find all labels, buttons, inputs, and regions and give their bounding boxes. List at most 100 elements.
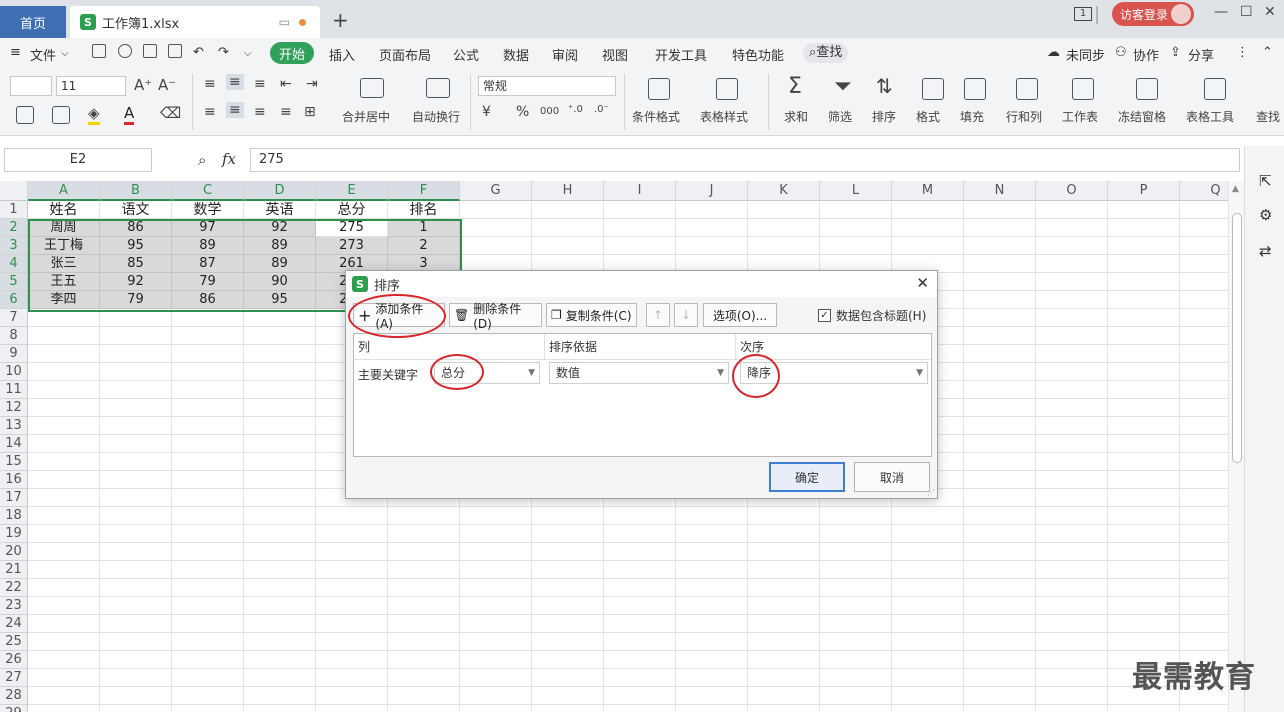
align-left-icon[interactable]: ≡ <box>204 104 216 120</box>
empty-cell[interactable] <box>316 543 388 561</box>
empty-cell[interactable] <box>820 651 892 669</box>
empty-cell[interactable] <box>388 579 460 597</box>
freeze-panes-button[interactable]: 冻结窗格 <box>1118 108 1166 125</box>
row-header[interactable]: 24 <box>0 615 28 633</box>
empty-cell[interactable] <box>460 579 532 597</box>
empty-cell[interactable] <box>1036 633 1108 651</box>
empty-cell[interactable] <box>1180 471 1228 489</box>
empty-cell[interactable] <box>1108 579 1180 597</box>
empty-cell[interactable] <box>604 615 676 633</box>
column-header-g[interactable]: G <box>460 181 532 201</box>
empty-cell[interactable] <box>964 435 1036 453</box>
empty-cell[interactable] <box>1036 291 1108 309</box>
empty-cell[interactable] <box>1108 597 1180 615</box>
empty-cell[interactable] <box>604 687 676 705</box>
tab-home-ribbon[interactable]: 开始 <box>270 42 314 64</box>
empty-cell[interactable] <box>964 489 1036 507</box>
tab-formulas[interactable]: 公式 <box>453 45 479 64</box>
empty-cell[interactable] <box>964 525 1036 543</box>
empty-cell[interactable] <box>28 381 100 399</box>
align-middle-icon[interactable]: ≡ <box>226 74 244 90</box>
empty-cell[interactable] <box>172 579 244 597</box>
empty-cell[interactable] <box>748 597 820 615</box>
empty-cell[interactable] <box>172 543 244 561</box>
tab-insert[interactable]: 插入 <box>329 45 355 64</box>
zoom-icon[interactable]: ⌕ <box>198 151 206 169</box>
table-cell[interactable]: 89 <box>172 237 244 255</box>
merge-center-icon[interactable] <box>360 78 384 98</box>
empty-cell[interactable] <box>1036 687 1108 705</box>
empty-cell[interactable] <box>1108 543 1180 561</box>
indent-icon[interactable]: ⇥ <box>306 76 318 92</box>
empty-cell[interactable] <box>316 561 388 579</box>
empty-cell[interactable] <box>820 633 892 651</box>
empty-cell[interactable] <box>172 435 244 453</box>
empty-cell[interactable] <box>748 669 820 687</box>
align-bottom-icon[interactable]: ≡ <box>254 76 266 92</box>
empty-cell[interactable] <box>388 543 460 561</box>
empty-cell[interactable] <box>172 309 244 327</box>
empty-cell[interactable] <box>532 615 604 633</box>
empty-cell[interactable] <box>964 579 1036 597</box>
collab-icon[interactable]: ⚇ <box>1115 45 1127 60</box>
column-header-l[interactable]: L <box>820 181 892 201</box>
empty-cell[interactable] <box>388 561 460 579</box>
empty-cell[interactable] <box>820 543 892 561</box>
empty-cell[interactable] <box>532 201 604 219</box>
empty-cell[interactable] <box>460 237 532 255</box>
conditional-format-icon[interactable] <box>648 78 670 100</box>
empty-cell[interactable] <box>820 561 892 579</box>
row-header[interactable]: 2 <box>0 219 28 237</box>
empty-cell[interactable] <box>1108 633 1180 651</box>
empty-cell[interactable] <box>244 525 316 543</box>
empty-cell[interactable] <box>1180 615 1228 633</box>
empty-cell[interactable] <box>748 561 820 579</box>
percent-icon[interactable]: % <box>516 104 529 120</box>
fill-button[interactable]: 填充 <box>960 108 984 125</box>
thousands-icon[interactable]: 000 <box>540 106 559 117</box>
empty-cell[interactable] <box>1108 435 1180 453</box>
empty-cell[interactable] <box>1036 309 1108 327</box>
empty-cell[interactable] <box>172 489 244 507</box>
empty-cell[interactable] <box>964 309 1036 327</box>
empty-cell[interactable] <box>244 453 316 471</box>
more-icon[interactable]: ⋮ <box>1236 45 1249 60</box>
tab-special[interactable]: 特色功能 <box>732 45 784 64</box>
formula-input[interactable]: 275 <box>250 148 1240 172</box>
empty-cell[interactable] <box>532 705 604 712</box>
empty-cell[interactable] <box>1108 345 1180 363</box>
empty-cell[interactable] <box>964 597 1036 615</box>
column-header-h[interactable]: H <box>532 181 604 201</box>
conditional-format-button[interactable]: 条件格式 <box>632 108 680 125</box>
empty-cell[interactable] <box>604 507 676 525</box>
empty-cell[interactable] <box>676 687 748 705</box>
empty-cell[interactable] <box>172 687 244 705</box>
undo-icon[interactable]: ↶ <box>193 45 204 60</box>
empty-cell[interactable] <box>1036 453 1108 471</box>
empty-cell[interactable] <box>820 597 892 615</box>
cancel-button[interactable]: 取消 <box>854 462 930 492</box>
print-preview-icon[interactable] <box>168 44 182 58</box>
empty-cell[interactable] <box>1108 507 1180 525</box>
chevron-down-icon[interactable]: ⌵ <box>61 48 69 59</box>
empty-cell[interactable] <box>100 597 172 615</box>
empty-cell[interactable] <box>460 201 532 219</box>
has-header-checkbox[interactable]: ✓ 数据包含标题(H) <box>818 307 926 324</box>
empty-cell[interactable] <box>100 309 172 327</box>
distributed-icon[interactable]: ⊞ <box>304 104 316 120</box>
row-header[interactable]: 26 <box>0 651 28 669</box>
empty-cell[interactable] <box>460 525 532 543</box>
collapse-ribbon-icon[interactable]: ⌃ <box>1262 45 1273 60</box>
scroll-up-icon[interactable]: ▲ <box>1232 184 1239 194</box>
empty-cell[interactable] <box>100 453 172 471</box>
row-header[interactable]: 9 <box>0 345 28 363</box>
empty-cell[interactable] <box>244 669 316 687</box>
row-header[interactable]: 28 <box>0 687 28 705</box>
empty-cell[interactable] <box>28 507 100 525</box>
wrap-text-button[interactable]: 自动换行 <box>412 108 460 125</box>
empty-cell[interactable] <box>532 543 604 561</box>
empty-cell[interactable] <box>1036 327 1108 345</box>
table-tools-icon[interactable] <box>1204 78 1226 100</box>
empty-cell[interactable] <box>748 237 820 255</box>
empty-cell[interactable] <box>532 633 604 651</box>
